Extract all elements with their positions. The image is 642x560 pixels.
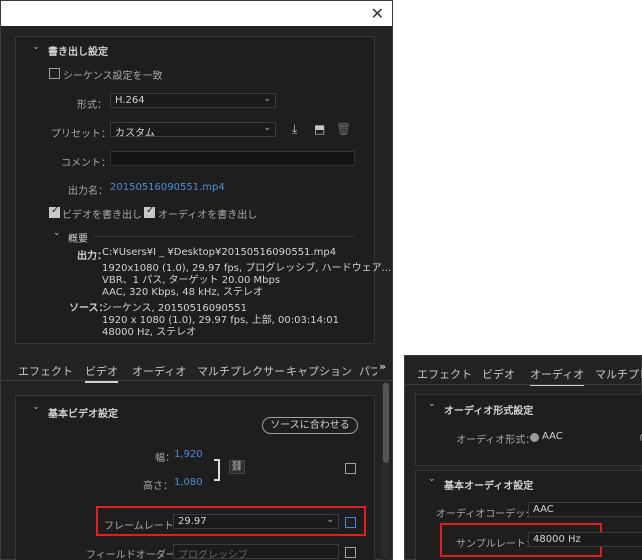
export-settings-title: 書き出し設定 — [48, 47, 108, 58]
basic-video-title: 基本ビデオ設定 — [48, 409, 118, 420]
size-checkbox[interactable] — [345, 463, 356, 474]
divider — [405, 384, 642, 385]
chevron-down-icon: ⌄ — [263, 123, 271, 133]
match-sequence-checkbox[interactable] — [49, 68, 60, 79]
export-settings-panel: ⌄ 書き出し設定 シーケンス設定を一致 形式： H.264 ⌄ プリセット： カ… — [15, 36, 391, 344]
chevron-down-icon[interactable]: ⌄ — [32, 402, 40, 412]
divider — [94, 236, 354, 237]
sample-rate-value: 48000 Hz — [533, 534, 581, 545]
audio-format-value: AAC — [542, 431, 563, 442]
tab-effects[interactable]: エフェクト — [18, 363, 73, 379]
tab-multiplexer[interactable]: マルチプレクサー — [197, 363, 285, 379]
basic-video-panel: ⌄ 基本ビデオ設定 ソースに合わせる 幅： 1,920 高さ： 1,080 ⛓ … — [15, 395, 375, 560]
chevron-down-icon: ⌄ — [263, 94, 271, 104]
unlink-icon[interactable]: ⛓ — [229, 460, 245, 474]
tab-multiplexer[interactable]: マルチプレク — [595, 366, 642, 382]
export-video-label: ビデオを書き出し — [62, 210, 142, 221]
tab-publish[interactable]: パブ — [359, 363, 377, 379]
source-summary-line: 48000 Hz, ステレオ — [102, 327, 197, 338]
field-order-label: フィールドオーダー： — [86, 550, 186, 560]
summary-title: 概要 — [68, 234, 88, 245]
match-sequence-label: シーケンス設定を一致 — [63, 71, 163, 82]
height-label: 高さ： — [143, 481, 173, 492]
output-name-label: 出力名： — [68, 186, 108, 197]
tab-audio[interactable]: オーディオ — [132, 363, 186, 379]
basic-audio-panel: ⌄ 基本オーディオ設定 オーディオコーデック： AAC サンプルレート： 480… — [415, 470, 642, 560]
audio-codec-dropdown[interactable]: AAC — [528, 502, 642, 517]
width-value[interactable]: 1,920 — [174, 449, 203, 460]
tab-effects[interactable]: エフェクト — [417, 366, 472, 382]
sample-rate-dropdown[interactable]: 48000 Hz — [528, 532, 642, 547]
more-tabs-icon[interactable]: » — [379, 360, 386, 373]
field-order-dropdown[interactable]: プログレッシブ — [173, 544, 339, 560]
window-titlebar: ✕ — [1, 1, 392, 26]
tab-audio[interactable]: オーディオ — [530, 366, 585, 386]
output-summary-line: C:¥Users¥I _ ¥Desktop¥20150516090551.mp4 — [102, 247, 337, 258]
sample-rate-label: サンプルレート： — [456, 539, 536, 550]
format-value: H.264 — [115, 95, 145, 106]
audio-settings-crop: エフェクト ビデオ オーディオ マルチプレク ⌄ オーディオ形式設定 オーディオ… — [404, 355, 642, 560]
comment-label: コメント： — [61, 158, 111, 169]
tab-captions[interactable]: キャプション — [286, 363, 352, 379]
audio-codec-value: AAC — [533, 504, 554, 515]
save-preset-icon[interactable]: ⤓ — [292, 122, 297, 137]
preset-label: プリセット： — [51, 129, 111, 140]
framerate-checkbox[interactable] — [345, 517, 356, 528]
framerate-dropdown[interactable]: 29.97 ⌄ — [173, 514, 339, 529]
preset-value: カスタム — [115, 128, 155, 139]
output-name-link[interactable]: 20150516090551.mp4 — [110, 182, 225, 193]
scrollbar-thumb[interactable] — [383, 383, 389, 463]
chevron-down-icon[interactable]: ⌄ — [428, 399, 436, 409]
export-audio-checkbox[interactable] — [144, 205, 155, 218]
basic-audio-title: 基本オーディオ設定 — [444, 481, 534, 492]
format-label: 形式： — [77, 100, 107, 111]
height-value[interactable]: 1,080 — [174, 477, 203, 488]
width-label: 幅： — [155, 453, 175, 464]
field-order-checkbox[interactable] — [345, 547, 356, 558]
chevron-down-icon[interactable]: ⌄ — [32, 42, 40, 52]
import-preset-icon[interactable]: ⬒ — [314, 122, 325, 136]
chevron-down-icon[interactable]: ⌄ — [428, 474, 436, 484]
delete-preset-icon[interactable]: 🗑 — [336, 122, 351, 136]
field-order-value: プログレッシブ — [178, 550, 248, 560]
framerate-label: フレームレート： — [104, 521, 184, 532]
aac-radio[interactable] — [530, 433, 539, 442]
settings-tabbar: エフェクト ビデオ オーディオ マルチプレクサー キャプション パブ » — [1, 356, 392, 383]
close-icon[interactable]: ✕ — [371, 4, 384, 23]
chevron-down-icon[interactable]: ⌄ — [53, 228, 61, 238]
framerate-value: 29.97 — [178, 516, 207, 527]
export-audio-label: オーディオを書き出し — [158, 210, 258, 221]
export-settings-window: ✕ ⌄ 書き出し設定 シーケンス設定を一致 形式： H.264 ⌄ プリセット：… — [0, 0, 393, 560]
divider — [1, 380, 392, 381]
format-dropdown[interactable]: H.264 ⌄ — [110, 93, 276, 108]
output-summary-line: AAC, 320 Kbps, 48 kHz, ステレオ — [102, 287, 264, 298]
preset-dropdown[interactable]: カスタム ⌄ — [110, 122, 276, 139]
comment-field[interactable] — [110, 151, 355, 166]
tab-video[interactable]: ビデオ — [482, 366, 515, 382]
link-bracket — [214, 459, 220, 481]
match-source-button[interactable]: ソースに合わせる — [262, 417, 358, 434]
export-video-checkbox[interactable] — [49, 205, 60, 218]
audio-format-title: オーディオ形式設定 — [444, 406, 534, 417]
chevron-down-icon: ⌄ — [326, 515, 334, 525]
audio-format-label: オーディオ形式： — [456, 435, 536, 446]
audio-format-panel: ⌄ オーディオ形式設定 オーディオ形式： AAC — [415, 394, 642, 466]
